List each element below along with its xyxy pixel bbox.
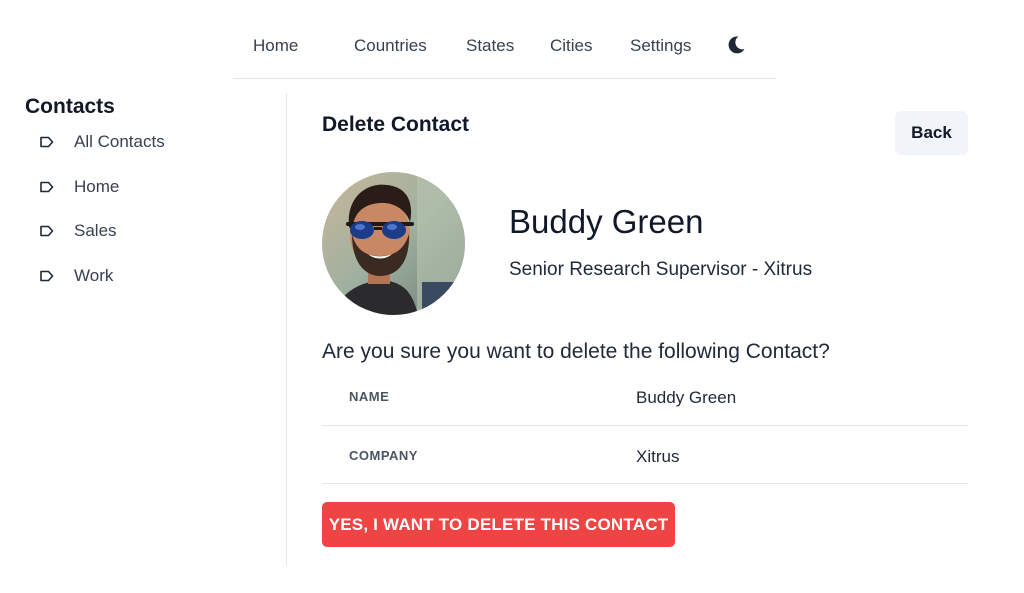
tag-icon [40, 136, 54, 148]
nav-countries-link[interactable]: Countries [354, 36, 427, 56]
detail-row-name: NAME Buddy Green [322, 368, 968, 426]
nav-settings-link[interactable]: Settings [630, 36, 691, 56]
tag-icon [40, 270, 54, 282]
sidebar-item-label: Home [74, 177, 120, 196]
sidebar-item-label: Sales [74, 221, 117, 240]
confirm-delete-button[interactable]: YES, I WANT TO DELETE THIS CONTACT [322, 502, 675, 547]
sidebar-item-label: All Contacts [74, 132, 165, 151]
top-nav: Home Countries States Cities Settings [233, 0, 776, 79]
moon-icon[interactable] [726, 35, 746, 55]
tag-icon [40, 181, 54, 193]
nav-states-link[interactable]: States [466, 36, 514, 56]
back-button[interactable]: Back [895, 111, 968, 155]
confirmation-question: Are you sure you want to delete the foll… [322, 340, 830, 363]
sidebar-item-home[interactable]: Home [40, 175, 119, 199]
detail-value: Xitrus [636, 447, 680, 466]
tag-icon [40, 225, 54, 237]
sidebar-title: Contacts [25, 95, 115, 118]
contact-subtitle: Senior Research Supervisor - Xitrus [509, 259, 813, 280]
contact-name: Buddy Green [509, 203, 704, 240]
detail-value: Buddy Green [636, 388, 737, 407]
sidebar-item-sales[interactable]: Sales [40, 219, 117, 243]
sidebar-item-work[interactable]: Work [40, 264, 113, 288]
page-title: Delete Contact [322, 113, 470, 136]
nav-cities-link[interactable]: Cities [550, 36, 593, 56]
detail-label: NAME [349, 389, 390, 404]
sidebar-divider [286, 93, 287, 565]
nav-home-link[interactable]: Home [253, 36, 298, 56]
sidebar-item-label: Work [74, 266, 114, 285]
detail-label: COMPANY [349, 448, 418, 463]
sidebar-item-all-contacts[interactable]: All Contacts [40, 130, 165, 154]
avatar [322, 172, 465, 315]
detail-row-company: COMPANY Xitrus [322, 426, 968, 484]
